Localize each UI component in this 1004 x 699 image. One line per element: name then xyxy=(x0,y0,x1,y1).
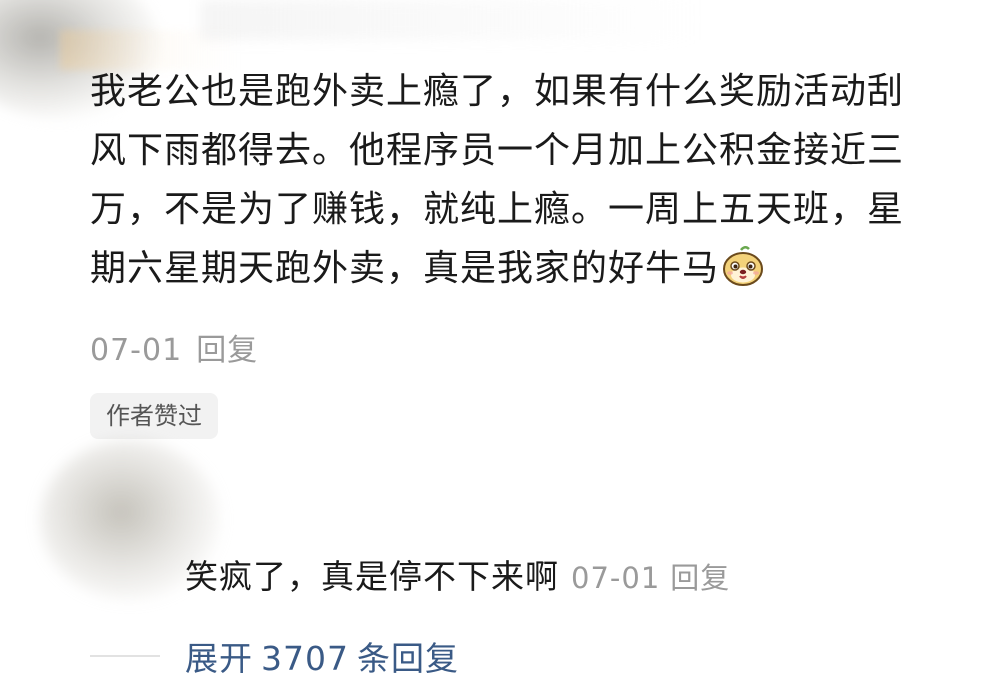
sub-reply-meta: 07-01 回复 xyxy=(571,561,730,595)
sub-reply: 笑疯了，真是停不下来啊 07-01 回复 xyxy=(185,550,730,598)
comment-thread-screen: 我老公也是跑外卖上瘾了，如果有什么奖励活动刮 风下雨都得去。他程序员一个月加上公… xyxy=(0,0,1004,699)
expand-divider xyxy=(90,655,160,657)
comment-line: 我老公也是跑外卖上瘾了，如果有什么奖励活动刮 xyxy=(90,71,905,112)
reply-count: 3707 xyxy=(261,639,349,678)
expand-prefix: 展开 xyxy=(185,639,253,678)
comment-line: 万，不是为了赚钱，就纯上瘾。一周上五天班，星 xyxy=(90,189,905,230)
comment-line-last: 期六星期天跑外卖，真是我家的好牛马 xyxy=(90,239,990,298)
comment-meta: 07-01 回复 xyxy=(90,325,258,369)
expand-suffix: 条回复 xyxy=(356,639,459,678)
comment-text: 我老公也是跑外卖上瘾了，如果有什么奖励活动刮 风下雨都得去。他程序员一个月加上公… xyxy=(90,62,990,298)
sub-reply-text: 笑疯了，真是停不下来啊 xyxy=(185,557,559,596)
reply-button[interactable]: 回复 xyxy=(196,333,258,368)
comment-line: 风下雨都得去。他程序员一个月加上公积金接近三 xyxy=(90,130,905,171)
comment-line-text: 期六星期天跑外卖，真是我家的好牛马 xyxy=(90,248,720,289)
sub-reply-date: 07-01 xyxy=(571,561,661,595)
blurred-header xyxy=(200,0,700,40)
comment-date: 07-01 xyxy=(90,333,183,368)
sub-reply-button[interactable]: 回复 xyxy=(670,561,730,595)
dog-face-icon xyxy=(721,244,765,288)
expand-replies-button[interactable]: 展开 3707 条回复 xyxy=(185,632,459,680)
author-liked-badge: 作者赞过 xyxy=(90,393,218,439)
